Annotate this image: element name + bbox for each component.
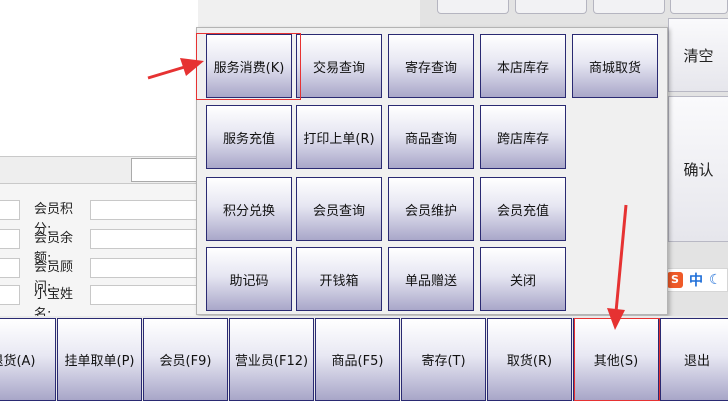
annotation-arrow-icon <box>607 204 628 330</box>
